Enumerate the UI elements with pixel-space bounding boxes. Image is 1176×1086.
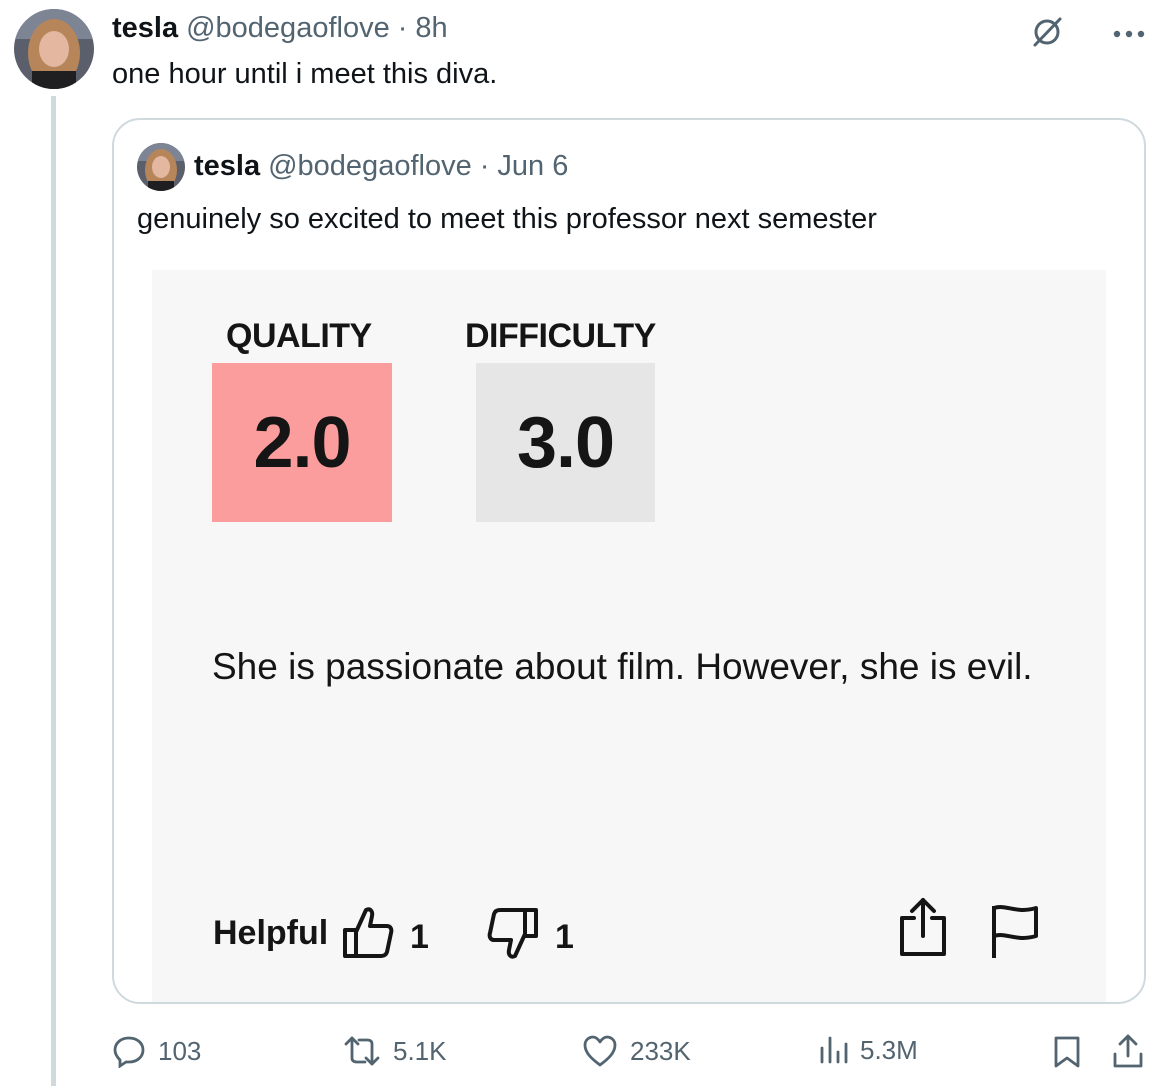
tweet-text: one hour until i meet this diva. (112, 58, 498, 90)
like-count: 233K (630, 1035, 691, 1066)
thumbs-down-icon (487, 906, 539, 962)
quoted-tweet-time: · Jun 6 (479, 150, 569, 182)
quality-label: QUALITY (226, 317, 372, 355)
reply-count: 103 (158, 1035, 202, 1066)
repost-button[interactable]: 5.1K (343, 1034, 447, 1068)
repost-icon (344, 1036, 380, 1066)
author-name[interactable]: tesla (112, 12, 178, 45)
like-icon (583, 1035, 617, 1067)
quoted-tweet-text: genuinely so excited to meet this profes… (137, 203, 877, 235)
thread-line (51, 96, 56, 1086)
author-handle[interactable]: @bodegaoflove (186, 12, 390, 45)
views-count: 5.3M (860, 1034, 918, 1065)
review-text: She is passionate about film. However, s… (212, 646, 1033, 687)
quoted-author-handle: @bodegaoflove (268, 150, 472, 182)
helpful-label: Helpful (213, 914, 329, 952)
share-review-icon (898, 896, 948, 958)
views-button[interactable]: 5.3M (818, 1034, 918, 1066)
bookmark-icon[interactable] (1052, 1035, 1082, 1069)
quality-score: 2.0 (212, 363, 392, 522)
more-icon[interactable] (1112, 26, 1146, 38)
thumbs-up-count: 1 (410, 918, 429, 956)
like-button[interactable]: 233K (582, 1034, 691, 1068)
tweet-header: tesla @bodegaoflove · 8h (112, 12, 448, 45)
flag-icon (988, 902, 1040, 960)
thumbs-down-count: 1 (555, 918, 574, 956)
tweet-time[interactable]: · 8h (398, 12, 448, 45)
thumbs-up-icon (342, 904, 394, 960)
difficulty-score: 3.0 (476, 363, 655, 522)
quoted-avatar (137, 143, 185, 191)
quoted-author-name: tesla (194, 150, 261, 182)
views-icon (820, 1036, 848, 1064)
grok-icon[interactable] (1030, 14, 1064, 48)
avatar[interactable] (14, 9, 94, 89)
reply-button[interactable]: 103 (112, 1034, 201, 1068)
repost-count: 5.1K (393, 1035, 447, 1066)
quoted-header: tesla @bodegaoflove · Jun 6 (194, 150, 568, 183)
share-icon[interactable] (1112, 1033, 1144, 1069)
reply-icon (113, 1036, 145, 1068)
difficulty-label: DIFFICULTY (465, 317, 656, 355)
